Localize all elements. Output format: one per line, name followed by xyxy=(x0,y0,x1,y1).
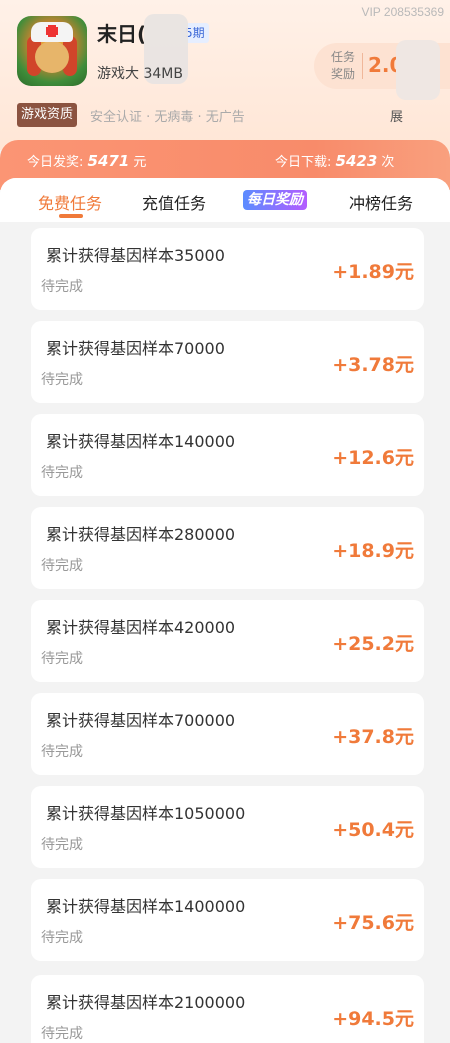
task-reward-amount: +50.4元 xyxy=(332,819,414,841)
task-card[interactable]: 累计获得基因样本70000 待完成 +3.78元 xyxy=(31,321,424,403)
blurred-mask-right xyxy=(396,40,440,100)
task-card[interactable]: 累计获得基因样本35000 待完成 +1.89元 xyxy=(31,228,424,310)
today-download-value: 5423 xyxy=(335,152,378,170)
task-name: 累计获得基因样本140000 xyxy=(46,432,236,451)
today-download-label: 今日下载: xyxy=(275,155,332,170)
task-status: 待完成 xyxy=(41,465,83,481)
task-status: 待完成 xyxy=(41,930,83,946)
task-name: 累计获得基因样本70000 xyxy=(46,339,225,358)
app-title: 末日( xyxy=(97,22,147,46)
today-prize-label: 今日发奖: xyxy=(27,155,84,170)
task-card[interactable]: 累计获得基因样本280000 待完成 +18.9元 xyxy=(31,507,424,589)
vip-id: VIP 208535369 xyxy=(361,5,444,19)
task-status: 待完成 xyxy=(41,837,83,853)
task-tabs: 免费任务 充值任务 每日奖励 冲榜任务 xyxy=(0,178,450,222)
task-reward-amount: +12.6元 xyxy=(332,447,414,469)
today-download: 今日下载: 5423 次 xyxy=(275,151,394,170)
task-reward-amount: +25.2元 xyxy=(332,633,414,655)
qualification-tag[interactable]: 游戏资质 xyxy=(17,103,78,127)
task-card[interactable]: 累计获得基因样本2100000 待完成 +94.5元 xyxy=(31,975,424,1043)
task-status: 待完成 xyxy=(41,1026,83,1042)
task-reward-amount: +3.78元 xyxy=(332,354,414,376)
task-card[interactable]: 累计获得基因样本140000 待完成 +12.6元 xyxy=(31,414,424,496)
task-card[interactable]: 累计获得基因样本1400000 待完成 +75.6元 xyxy=(31,879,424,961)
expand-button[interactable]: 展 xyxy=(390,106,403,125)
task-name: 累计获得基因样本700000 xyxy=(46,711,236,730)
today-prize-value: 5471 xyxy=(87,152,130,170)
task-status: 待完成 xyxy=(41,651,83,667)
task-status: 待完成 xyxy=(41,744,83,760)
task-reward-amount: +94.5元 xyxy=(332,1008,414,1030)
task-status: 待完成 xyxy=(41,558,83,574)
tab-daily-reward[interactable]: 每日奖励 xyxy=(243,190,307,210)
task-reward-amount: +18.9元 xyxy=(332,540,414,562)
task-name: 累计获得基因样本2100000 xyxy=(46,993,246,1012)
today-download-unit: 次 xyxy=(381,155,395,170)
safety-tags: 安全认证 · 无病毒 · 无广告 xyxy=(90,110,245,125)
task-name: 累计获得基因样本1400000 xyxy=(46,897,246,916)
app-header: VIP 208535369 末日( 5期 游戏大 34MB 任务 奖励 2.0 … xyxy=(0,0,450,150)
task-name: 累计获得基因样本420000 xyxy=(46,618,236,637)
reward-label: 任务 奖励 xyxy=(330,50,355,81)
app-icon[interactable] xyxy=(17,16,87,86)
task-name: 累计获得基因样本280000 xyxy=(46,525,236,544)
icon-face xyxy=(35,41,69,73)
icon-cross-h xyxy=(46,27,58,35)
reward-divider xyxy=(362,53,363,79)
task-card[interactable]: 累计获得基因样本1050000 待完成 +50.4元 xyxy=(31,786,424,868)
today-prize-unit: 元 xyxy=(133,155,147,170)
tab-rank-tasks[interactable]: 冲榜任务 xyxy=(349,190,413,214)
task-name: 累计获得基因样本1050000 xyxy=(46,804,246,823)
task-reward-amount: +75.6元 xyxy=(332,912,414,934)
task-card[interactable]: 累计获得基因样本700000 待完成 +37.8元 xyxy=(31,693,424,775)
tab-recharge-tasks[interactable]: 充值任务 xyxy=(142,190,206,214)
task-status: 待完成 xyxy=(41,279,83,295)
app-meta: 游戏大 34MB xyxy=(97,66,183,82)
active-tab-indicator xyxy=(59,214,83,218)
task-status: 待完成 xyxy=(41,372,83,388)
task-reward-amount: +1.89元 xyxy=(332,261,414,283)
today-prize: 今日发奖: 5471 元 xyxy=(27,151,146,170)
task-reward-amount: +37.8元 xyxy=(332,726,414,748)
task-panel: 免费任务 充值任务 每日奖励 冲榜任务 累计获得基因样本35000 待完成 +1.8… xyxy=(0,178,450,1043)
task-card[interactable]: 累计获得基因样本420000 待完成 +25.2元 xyxy=(31,600,424,682)
tab-free-tasks[interactable]: 免费任务 xyxy=(38,190,102,214)
task-name: 累计获得基因样本35000 xyxy=(46,246,225,265)
